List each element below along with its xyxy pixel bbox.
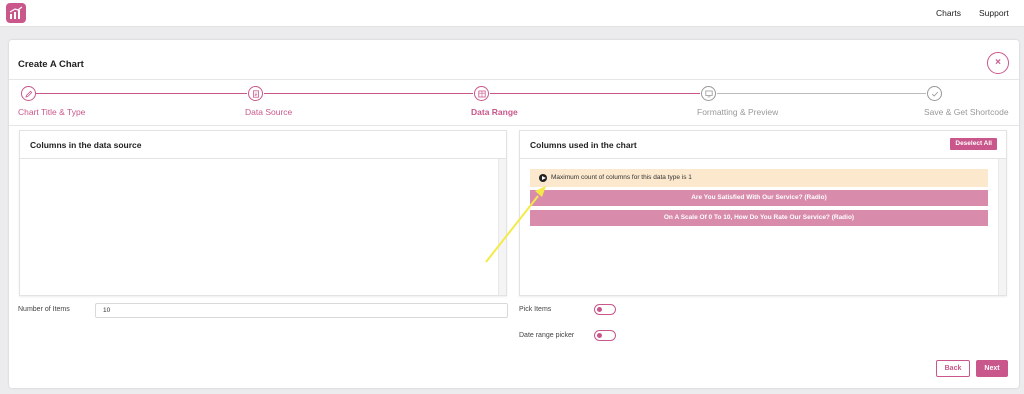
number-of-items-label: Number of Items: [18, 306, 70, 313]
date-range-picker-toggle[interactable]: [594, 330, 616, 341]
back-button[interactable]: Back: [936, 360, 970, 377]
date-range-picker-label: Date range picker: [519, 332, 575, 339]
number-of-items-input[interactable]: [95, 303, 508, 318]
annotation-arrow-icon: [485, 186, 546, 263]
next-button[interactable]: Next: [976, 360, 1008, 377]
pick-items-toggle[interactable]: [594, 304, 616, 315]
pick-items-label: Pick Items: [519, 306, 552, 313]
